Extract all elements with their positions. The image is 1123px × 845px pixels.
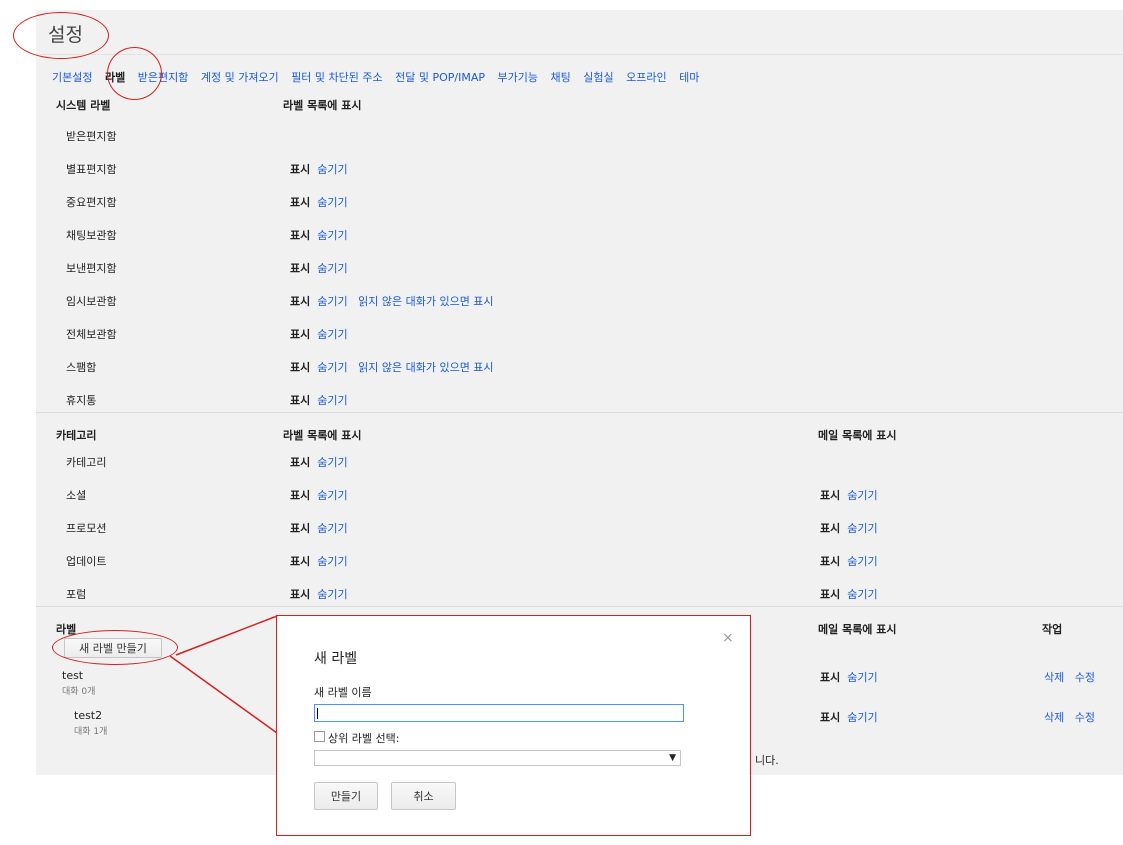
- annotation-connector-line: [175, 615, 278, 656]
- annotation-connector-line: [169, 655, 278, 734]
- annotation-connector-lines: [169, 615, 278, 734]
